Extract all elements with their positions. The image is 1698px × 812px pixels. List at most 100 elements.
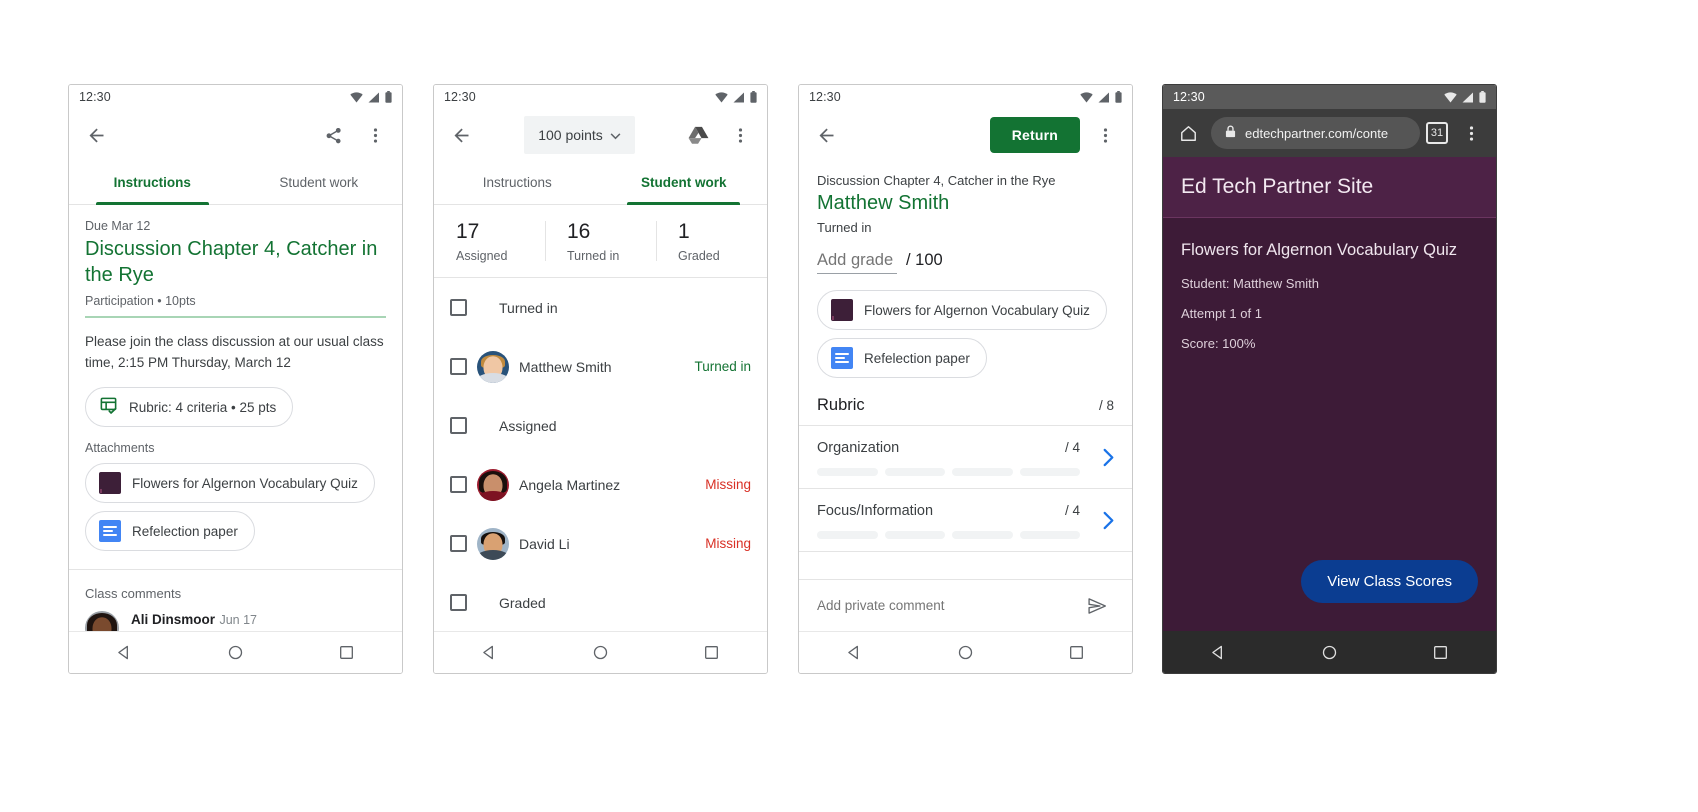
more-vert-icon[interactable] [723, 118, 757, 152]
nav-home-circle-icon[interactable] [584, 636, 618, 670]
criterion-top: Organization / 4 [817, 440, 1114, 456]
stat-label: Turned in [567, 249, 620, 264]
list-item[interactable]: Ali Dinsmoor Jun 17 Don't forget to look… [69, 601, 402, 631]
phone-panel-student-work: 12:30 100 points Instructions Student wo… [433, 84, 768, 674]
chevron-down-icon [610, 127, 621, 143]
points-dropdown[interactable]: 100 points [524, 116, 635, 154]
tab-instructions[interactable]: Instructions [69, 161, 236, 205]
avatar [477, 350, 509, 383]
send-icon[interactable] [1080, 589, 1114, 623]
nav-recents-square-icon[interactable] [1060, 636, 1094, 670]
tab-count-button[interactable]: 31 [1426, 122, 1448, 144]
status-time: 12:30 [1173, 90, 1205, 104]
checkbox[interactable] [450, 358, 467, 376]
signal-icon [733, 92, 745, 103]
attachment-chip-doc[interactable]: Refelection paper [817, 338, 987, 378]
signal-icon [1462, 92, 1474, 103]
tab-student-work[interactable]: Student work [236, 161, 403, 204]
rubric-chip-label: Rubric: 4 criteria • 25 pts [129, 399, 277, 415]
tab-bar: Instructions Student work [434, 161, 767, 205]
nav-back-triangle-icon[interactable] [838, 636, 872, 670]
battery-icon [385, 91, 392, 103]
home-icon[interactable] [1171, 116, 1205, 150]
stat-turned-in[interactable]: 16 Turned in [545, 219, 656, 263]
attachment-label: Refelection paper [132, 523, 238, 539]
nav-home-circle-icon[interactable] [949, 636, 983, 670]
assignment-name: Discussion Chapter 4, Catcher in the Rye [817, 173, 1056, 188]
group-header-turned-in[interactable]: Turned in [434, 278, 767, 337]
return-button[interactable]: Return [989, 117, 1080, 153]
attachment-chip-quiz[interactable]: Flowers for Algernon Vocabulary Quiz [85, 463, 375, 504]
nav-recents-square-icon[interactable] [1424, 636, 1458, 670]
nav-home-circle-icon[interactable] [1313, 636, 1347, 670]
wifi-icon [1080, 91, 1093, 103]
more-vert-icon[interactable] [358, 118, 392, 152]
checkbox[interactable] [450, 594, 467, 612]
status-time: 12:30 [79, 90, 111, 104]
group-header-graded[interactable]: Graded [434, 573, 767, 631]
view-class-scores-button[interactable]: View Class Scores [1301, 560, 1478, 603]
student-name: Angela Martinez [519, 476, 621, 493]
rubric-chip[interactable]: Rubric: 4 criteria • 25 pts [85, 387, 294, 428]
group-header-assigned[interactable]: Assigned [434, 396, 767, 455]
table-row[interactable]: Matthew Smith Turned in [434, 337, 767, 396]
grading-body: Discussion Chapter 4, Catcher in the Rye… [799, 161, 1132, 631]
group-label: Turned in [499, 299, 558, 316]
private-comment-input[interactable] [817, 598, 1080, 613]
page-title: Discussion Chapter 4, Catcher in the Rye [85, 238, 378, 286]
checkbox[interactable] [450, 299, 467, 317]
battery-icon [750, 91, 757, 103]
tab-student-work[interactable]: Student work [601, 161, 768, 205]
back-arrow-icon[interactable] [79, 118, 113, 152]
rubric-header: Rubric / 8 [799, 378, 1132, 426]
tab-instructions[interactable]: Instructions [434, 161, 601, 204]
attachment-chip-quiz[interactable]: Flowers for Algernon Vocabulary Quiz [817, 290, 1107, 330]
criterion-level-bars [817, 531, 1114, 539]
grading-header: Discussion Chapter 4, Catcher in the Rye… [799, 161, 1132, 274]
share-icon[interactable] [316, 118, 350, 152]
avatar [477, 468, 509, 501]
rubric-criterion-organization[interactable]: Organization / 4 [799, 426, 1132, 489]
criterion-top: Focus/Information / 4 [817, 503, 1114, 519]
nav-back-triangle-icon[interactable] [473, 636, 507, 670]
grade-input[interactable] [817, 251, 897, 274]
address-bar[interactable]: edtechpartner.com/conte [1211, 117, 1420, 149]
android-nav-bar [69, 631, 402, 673]
attachment-row-quiz: Flowers for Algernon Vocabulary Quiz [799, 274, 1132, 330]
google-drive-icon[interactable] [681, 118, 715, 152]
status-bar: 12:30 [799, 85, 1132, 109]
nav-back-triangle-icon[interactable] [108, 636, 142, 670]
status-time: 12:30 [809, 90, 841, 104]
book-thumbnail-icon [831, 299, 853, 321]
nav-recents-square-icon[interactable] [330, 636, 364, 670]
more-vert-icon[interactable] [1088, 118, 1122, 152]
back-arrow-icon[interactable] [809, 118, 843, 152]
stat-assigned[interactable]: 17 Assigned [434, 219, 545, 263]
site-content: Flowers for Algernon Vocabulary Quiz Stu… [1163, 218, 1496, 631]
stat-graded[interactable]: 1 Graded [656, 219, 767, 263]
rubric-criterion-focus-information[interactable]: Focus/Information / 4 [799, 489, 1132, 552]
checkbox[interactable] [450, 476, 467, 494]
lock-icon [1225, 125, 1236, 141]
chevron-right-icon[interactable] [1094, 443, 1122, 471]
rubric-grid-icon [99, 396, 118, 418]
checkbox[interactable] [450, 535, 467, 553]
back-arrow-icon[interactable] [444, 118, 478, 152]
nav-back-triangle-icon[interactable] [1202, 636, 1236, 670]
checkbox[interactable] [450, 417, 467, 435]
avatar [477, 527, 509, 560]
quiz-meta-score: Score: 100% [1181, 336, 1256, 352]
battery-icon [1115, 91, 1122, 103]
more-vert-icon[interactable] [1454, 116, 1488, 150]
attachment-chip-doc[interactable]: Refelection paper [85, 511, 255, 552]
grade-total: / 100 [906, 251, 943, 269]
chevron-right-icon[interactable] [1094, 506, 1122, 534]
criterion-name: Focus/Information [817, 503, 934, 519]
table-row[interactable]: Angela Martinez Missing [434, 455, 767, 514]
nav-recents-square-icon[interactable] [695, 636, 729, 670]
phone-panel-instructions: 12:30 Instructions Student work Due Mar … [68, 84, 403, 674]
tab-bar: Instructions Student work [69, 161, 402, 205]
nav-home-circle-icon[interactable] [219, 636, 253, 670]
table-row[interactable]: David Li Missing [434, 514, 767, 573]
rubric-title: Rubric [817, 396, 865, 414]
